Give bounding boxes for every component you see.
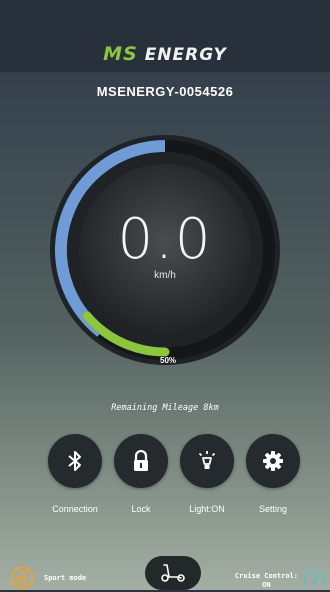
battery-percent: 50%	[160, 356, 177, 365]
lock-button[interactable]	[114, 434, 168, 488]
device-name: MSENERGY-0054526	[96, 84, 234, 99]
speed-value: 0.0	[117, 207, 213, 272]
speedometer-icon	[303, 570, 325, 586]
cruise-control-toggle[interactable]: Cruise Control: ON	[235, 568, 326, 592]
setting-button[interactable]	[246, 434, 300, 488]
light-label: Light:ON	[189, 504, 225, 514]
connection-control[interactable]: Connection	[40, 434, 110, 514]
bluetooth-icon	[68, 451, 81, 471]
connection-button[interactable]	[48, 434, 102, 488]
lock-label: Lock	[131, 504, 151, 514]
light-control[interactable]: Light:ON	[172, 434, 242, 514]
setting-control[interactable]: Setting	[238, 434, 308, 514]
setting-label: Setting	[258, 504, 288, 514]
logo-ms: MS	[103, 43, 138, 65]
sport-mode-icon	[10, 566, 34, 590]
lock-control[interactable]: Lock	[106, 434, 176, 514]
scooter-icon	[161, 564, 185, 582]
connection-label: Connection	[52, 504, 98, 514]
light-icon	[198, 451, 216, 469]
speed-unit: km/h	[154, 270, 176, 281]
cruise-control-value: ON	[262, 581, 271, 589]
cruise-control-status: Cruise Control: ON	[235, 572, 298, 590]
logo-energy: ENERGY	[144, 45, 227, 65]
sport-mode-label: Sport mode	[44, 574, 87, 582]
speed-readout: 0.0 km/h	[45, 207, 285, 282]
lock-icon	[134, 450, 148, 471]
light-button[interactable]	[180, 434, 234, 488]
cruise-control-label: Cruise Control:	[234, 572, 298, 580]
sport-mode-toggle[interactable]: Sport mode	[10, 566, 86, 590]
scooter-button[interactable]	[145, 556, 201, 590]
remaining-mileage: Remaining Mileage 8km	[111, 403, 219, 413]
brand-logo: MS ENERGY	[0, 43, 330, 65]
gear-icon	[263, 451, 283, 471]
